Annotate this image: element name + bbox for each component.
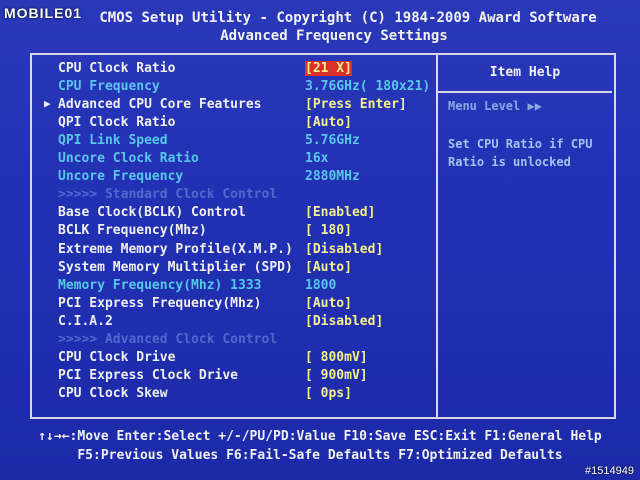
menu-level: Menu Level ▶▶ [448, 99, 542, 113]
setting-label: Uncore Frequency [58, 169, 184, 184]
setting-value: 3.76GHz( 180x21) [305, 79, 431, 94]
footer-keys-line-1: ↑↓→←:Move Enter:Select +/-/PU/PD:Value F… [38, 429, 602, 444]
setting-value[interactable]: [Auto] [305, 296, 352, 311]
setting-value[interactable]: [Press Enter] [305, 97, 407, 112]
help-line-2: Ratio is unlocked [448, 155, 571, 169]
setting-value[interactable]: [ 800mV] [305, 350, 368, 365]
submenu-arrow-icon: ▶ [44, 97, 51, 110]
image-stamp: #1514949 [585, 465, 634, 477]
footer-keys-line-2: F5:Previous Values F6:Fail-Safe Defaults… [77, 448, 563, 463]
setting-value[interactable]: [ 0ps] [305, 386, 352, 401]
help-line-1: Set CPU Ratio if CPU [448, 137, 593, 151]
setting-label: PCI Express Frequency(Mhz) [58, 296, 262, 311]
setting-label: C.I.A.2 [58, 314, 113, 329]
setting-label: CPU Clock Ratio [58, 61, 176, 76]
setting-label: Extreme Memory Profile(X.M.P.) [58, 242, 293, 257]
setting-value[interactable]: [Auto] [305, 115, 352, 130]
setting-label: >>>>> Advanced Clock Control [58, 332, 278, 347]
setting-label: QPI Link Speed [58, 133, 168, 148]
setting-value[interactable]: [Disabled] [305, 314, 383, 329]
setting-label: CPU Frequency [58, 79, 160, 94]
setting-value: 16x [305, 151, 329, 166]
setting-label: CPU Clock Drive [58, 350, 176, 365]
setting-label: >>>>> Standard Clock Control [58, 187, 278, 202]
setting-label: QPI Clock Ratio [58, 115, 176, 130]
setting-value[interactable]: [Enabled] [305, 205, 375, 220]
setting-value[interactable]: [Auto] [305, 260, 352, 275]
help-separator [438, 91, 612, 93]
setting-label: BCLK Frequency(Mhz) [58, 223, 207, 238]
setting-label: Uncore Clock Ratio [58, 151, 199, 166]
setting-label: Base Clock(BCLK) Control [58, 205, 246, 220]
setting-value: 2880MHz [305, 169, 360, 184]
setting-label: Advanced CPU Core Features [58, 97, 262, 112]
setting-label: CPU Clock Skew [58, 386, 168, 401]
header-title: CMOS Setup Utility - Copyright (C) 1984-… [99, 10, 597, 26]
setting-value: 1800 [305, 278, 337, 293]
setting-label: PCI Express Clock Drive [58, 368, 239, 383]
setting-label: System Memory Multiplier (SPD) [58, 260, 293, 275]
setting-value[interactable]: [ 900mV] [305, 368, 368, 383]
setting-label: Memory Frequency(Mhz) 1333 [58, 278, 262, 293]
panel-divider [436, 53, 438, 417]
header-subtitle: Advanced Frequency Settings [220, 28, 448, 44]
setting-value[interactable]: [Disabled] [305, 242, 383, 257]
setting-value: 5.76GHz [305, 133, 360, 148]
setting-value[interactable]: [21 X] [305, 61, 352, 76]
bios-screen: MOBILE01 CMOS Setup Utility - Copyright … [0, 0, 640, 480]
setting-value[interactable]: [ 180] [305, 223, 352, 238]
item-help-title: Item Help [489, 65, 561, 80]
